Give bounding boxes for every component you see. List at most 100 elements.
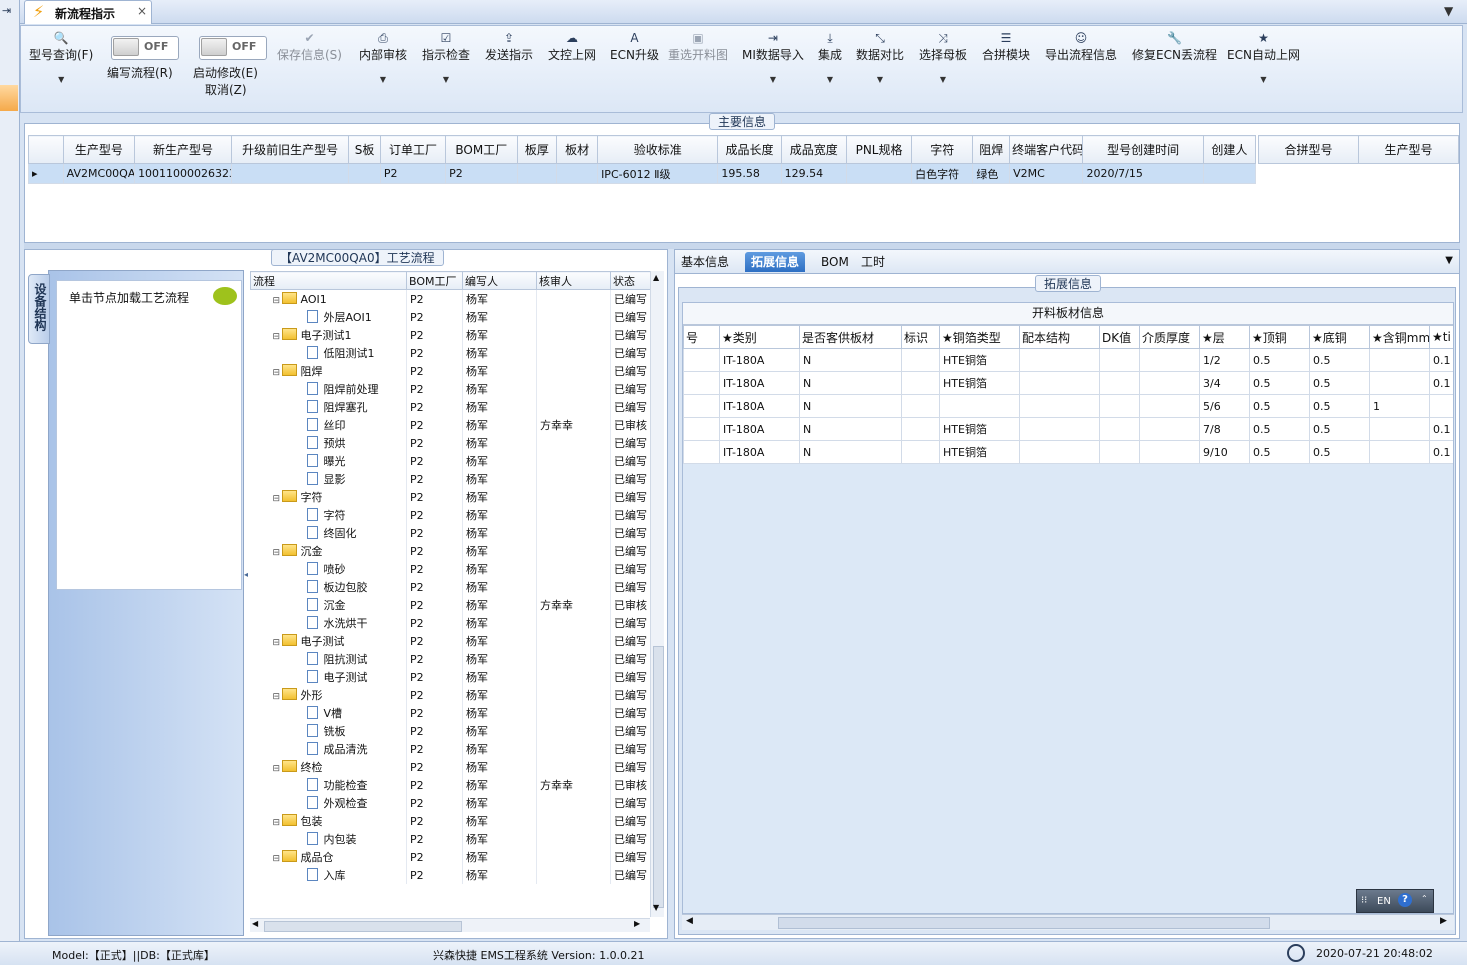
list-item[interactable]: 入库 P2 杨军 已编写	[250, 866, 651, 884]
list-item[interactable]: ⊟ 阻焊 P2 杨军 已编写	[250, 362, 651, 380]
repair-ecn-button[interactable]: 🔧 修复ECN丢流程	[1132, 30, 1217, 63]
table-cell[interactable]: 0.5	[1249, 417, 1310, 441]
chevron-down-icon[interactable]: ▼	[1227, 75, 1300, 84]
table-cell[interactable]: 0.5	[1309, 394, 1370, 418]
scroll-left-icon[interactable]: ◀	[252, 919, 258, 928]
column-header[interactable]: 型号创建时间	[1082, 135, 1204, 164]
table-cell[interactable]	[516, 163, 558, 184]
scroll-thumb[interactable]	[653, 646, 664, 908]
model-query-button[interactable]: 🔍 型号查询(F) ▼	[29, 30, 93, 84]
panel-module-button[interactable]: ☰ 合拼模块	[982, 30, 1030, 63]
table-cell[interactable]: AV2MC00QA0	[62, 163, 136, 184]
table-cell[interactable]	[1099, 394, 1140, 418]
table-cell[interactable]: 0.5	[1309, 371, 1370, 395]
table-cell[interactable]: 195.58	[717, 163, 782, 184]
scroll-right-icon[interactable]: ▶	[1440, 916, 1447, 926]
table-cell[interactable]: 0.5	[1309, 440, 1370, 464]
table-cell[interactable]	[901, 440, 940, 464]
tree-node[interactable]: 入库	[250, 866, 407, 884]
table-cell[interactable]: 0.5	[1249, 440, 1310, 464]
table-cell[interactable]	[683, 371, 720, 395]
table-cell[interactable]: 5/6	[1199, 394, 1250, 418]
column-header[interactable]: 标识	[901, 325, 940, 349]
table-cell[interactable]	[845, 163, 913, 184]
save-info-button[interactable]: ✔ 保存信息(S)	[277, 30, 342, 63]
collapse-icon[interactable]: ⊟	[273, 764, 282, 774]
table-row[interactable]: IT-180A N HTE铜箔 9/10 0.5 0.5 0.1	[683, 440, 1453, 464]
table-cell[interactable]	[1019, 394, 1100, 418]
table-cell[interactable]	[1139, 440, 1200, 464]
collapse-icon[interactable]: ⊟	[273, 854, 282, 864]
options-icon[interactable]: ⌃	[1421, 894, 1428, 903]
start-modify-toggle[interactable]: OFF	[199, 36, 267, 60]
list-item[interactable]: ⊟ 沉金 P2 杨军 已编写	[250, 542, 651, 560]
table-cell[interactable]	[901, 371, 940, 395]
table-cell[interactable]: IT-180A	[719, 371, 800, 395]
left-strip-highlight[interactable]	[0, 85, 18, 111]
column-header[interactable]: 验收标准	[597, 135, 719, 164]
tab-new-flow[interactable]: ⚡ 新流程指示 ×	[24, 0, 152, 24]
table-cell[interactable]	[939, 394, 1020, 418]
table-cell[interactable]: 10011000026323	[134, 163, 232, 184]
scroll-right-icon[interactable]: ▶	[634, 919, 640, 928]
collapse-icon[interactable]: ⊟	[273, 494, 282, 504]
column-header[interactable]: 字符	[911, 135, 974, 164]
table-cell[interactable]	[1139, 348, 1200, 372]
column-header[interactable]: ★ti	[1429, 325, 1453, 349]
tab-work-hours[interactable]: 工时	[855, 252, 891, 272]
ecn-upgrade-button[interactable]: A ECN升级	[610, 30, 659, 63]
table-cell[interactable]: 0.1	[1429, 440, 1453, 464]
table-cell[interactable]: 0.5	[1249, 394, 1310, 418]
tree-node[interactable]: ⊟ 字符	[250, 488, 407, 506]
tree-node[interactable]: ⊟ 外形	[250, 686, 407, 704]
table-row[interactable]: IT-180A N HTE铜箔 3/4 0.5 0.5 0.1	[683, 371, 1453, 395]
list-item[interactable]: 成品清洗 P2 杨军 已编写	[250, 740, 651, 758]
tree-node[interactable]: 铣板	[250, 722, 407, 740]
table-cell[interactable]: 3/4	[1199, 371, 1250, 395]
tree-node[interactable]: ⊟ 成品仓	[250, 848, 407, 866]
list-item[interactable]: ⊟ 终检 P2 杨军 已编写	[250, 758, 651, 776]
table-cell[interactable]: V2MC	[1009, 163, 1084, 184]
table-cell[interactable]: 1	[1369, 394, 1430, 418]
scroll-thumb[interactable]	[778, 917, 1270, 929]
column-header[interactable]: 订单工厂	[379, 135, 447, 164]
tree-node[interactable]: 显影	[250, 470, 407, 488]
collapse-icon[interactable]: ⊟	[273, 818, 282, 828]
column-header[interactable]: ★类别	[719, 325, 800, 349]
chevron-down-icon[interactable]: ▼	[359, 75, 407, 84]
tree-node[interactable]: ⊟ 电子测试	[250, 632, 407, 650]
list-item[interactable]: 外观检查 P2 杨军 已编写	[250, 794, 651, 812]
column-header[interactable]: 介质厚度	[1139, 325, 1200, 349]
table-cell[interactable]: HTE铜箔	[939, 371, 1020, 395]
integrate-button[interactable]: ⤓ 集成 ▼	[818, 30, 842, 84]
table-cell[interactable]: 9/10	[1199, 440, 1250, 464]
table-cell[interactable]: HTE铜箔	[939, 348, 1020, 372]
column-header[interactable]: 核审人	[536, 271, 611, 290]
tree-node[interactable]: ⊟ 沉金	[250, 542, 407, 560]
column-header[interactable]: 终端客户代码	[1009, 135, 1084, 164]
list-item[interactable]: 电子测试 P2 杨军 已编写	[250, 668, 651, 686]
table-cell[interactable]: IT-180A	[719, 348, 800, 372]
column-header[interactable]: 编写人	[462, 271, 537, 290]
chevron-down-icon[interactable]: ▼	[1445, 255, 1453, 266]
table-cell[interactable]	[1019, 417, 1100, 441]
table-cell[interactable]: P2	[379, 163, 447, 184]
list-item[interactable]: 终固化 P2 杨军 已编写	[250, 524, 651, 542]
list-item[interactable]: ⊟ 字符 P2 杨军 已编写	[250, 488, 651, 506]
tree-node[interactable]: 外观检查	[250, 794, 407, 812]
column-header[interactable]: 流程	[250, 271, 407, 290]
table-cell[interactable]	[1139, 417, 1200, 441]
internal-review-button[interactable]: ⎙ 内部审核 ▼	[359, 30, 407, 84]
collapse-icon[interactable]: ⊟	[273, 638, 282, 648]
table-cell[interactable]: HTE铜箔	[939, 417, 1020, 441]
tree-horizontal-scrollbar[interactable]: ◀ ▶	[250, 918, 650, 932]
column-header[interactable]: 成品长度	[717, 135, 782, 164]
tree-node[interactable]: 功能检查	[250, 776, 407, 794]
tree-node[interactable]: 终固化	[250, 524, 407, 542]
table-cell[interactable]: HTE铜箔	[939, 440, 1020, 464]
write-flow-toggle[interactable]: OFF	[111, 36, 179, 60]
collapse-icon[interactable]: ⊟	[273, 692, 282, 702]
ecn-auto-upload-button[interactable]: ★ ECN自动上网 ▼	[1227, 30, 1300, 84]
list-item[interactable]: 铣板 P2 杨军 已编写	[250, 722, 651, 740]
table-cell[interactable]: 7/8	[1199, 417, 1250, 441]
